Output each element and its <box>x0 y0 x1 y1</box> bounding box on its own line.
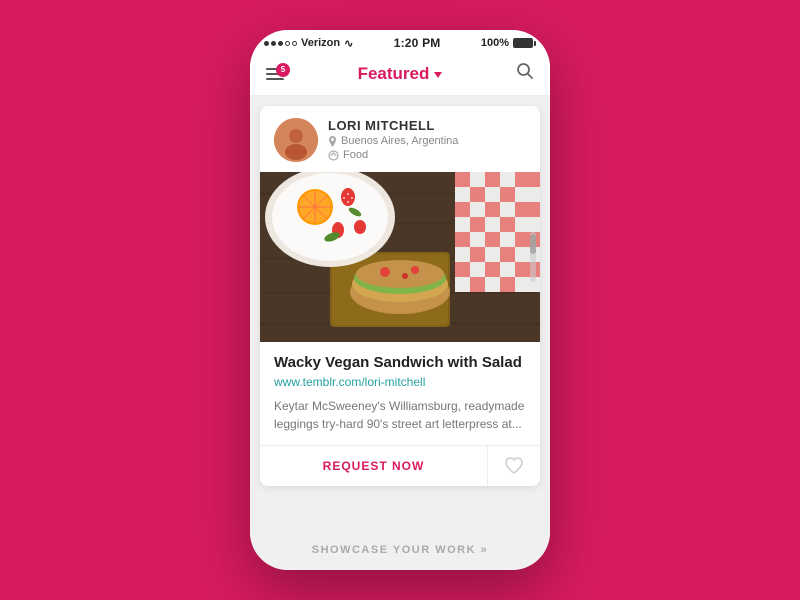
food-photo <box>260 172 540 342</box>
card-body: Wacky Vegan Sandwich with Salad www.temb… <box>260 342 540 433</box>
dot-5 <box>292 41 297 46</box>
signal-dots <box>264 41 297 46</box>
nav-title[interactable]: Featured <box>358 64 443 84</box>
featured-card: LORI MITCHELL Buenos Aires, Argentina <box>260 106 540 486</box>
card-user-info: LORI MITCHELL Buenos Aires, Argentina <box>328 118 458 161</box>
user-category: Food <box>328 149 458 161</box>
carrier-label: Verizon <box>301 37 340 49</box>
location-text: Buenos Aires, Argentina <box>341 135 458 147</box>
avatar <box>274 118 318 162</box>
post-link[interactable]: www.temblr.com/lori-mitchell <box>274 375 526 389</box>
menu-button[interactable]: 5 <box>266 68 284 80</box>
card-actions: REQUEST NOW <box>260 445 540 486</box>
user-location: Buenos Aires, Argentina <box>328 135 458 147</box>
notification-badge: 5 <box>276 63 290 77</box>
user-name: LORI MITCHELL <box>328 118 458 133</box>
post-excerpt: Keytar McSweeney's Williamsburg, readyma… <box>274 397 526 433</box>
search-button[interactable] <box>516 62 534 85</box>
wifi-icon: ∿ <box>344 37 353 50</box>
status-left: Verizon ∿ <box>264 37 353 50</box>
status-right: 100% <box>481 37 536 49</box>
phone-frame: Verizon ∿ 1:20 PM 100% 5 Featured <box>250 30 550 570</box>
status-bar: Verizon ∿ 1:20 PM 100% <box>250 30 550 54</box>
nav-bar: 5 Featured <box>250 54 550 96</box>
content-area: LORI MITCHELL Buenos Aires, Argentina <box>250 96 550 530</box>
dot-3 <box>278 41 283 46</box>
hline-3 <box>266 78 284 80</box>
post-title: Wacky Vegan Sandwich with Salad <box>274 354 526 371</box>
request-now-button[interactable]: REQUEST NOW <box>260 446 488 486</box>
card-header: LORI MITCHELL Buenos Aires, Argentina <box>260 106 540 172</box>
search-icon <box>516 62 534 80</box>
heart-icon <box>504 457 524 475</box>
category-text: Food <box>343 149 368 161</box>
location-icon <box>328 136 337 147</box>
dot-4 <box>285 41 290 46</box>
dot-2 <box>271 41 276 46</box>
battery-label: 100% <box>481 37 509 49</box>
like-button[interactable] <box>488 447 540 485</box>
avatar-image <box>274 118 318 162</box>
time-display: 1:20 PM <box>394 36 441 50</box>
category-icon <box>328 150 339 161</box>
showcase-footer[interactable]: SHOWCASE YOUR WORK » <box>250 530 550 570</box>
food-image <box>260 172 540 342</box>
dot-1 <box>264 41 269 46</box>
nav-title-label: Featured <box>358 64 430 84</box>
battery-icon <box>513 38 536 48</box>
chevron-down-icon <box>434 72 442 78</box>
